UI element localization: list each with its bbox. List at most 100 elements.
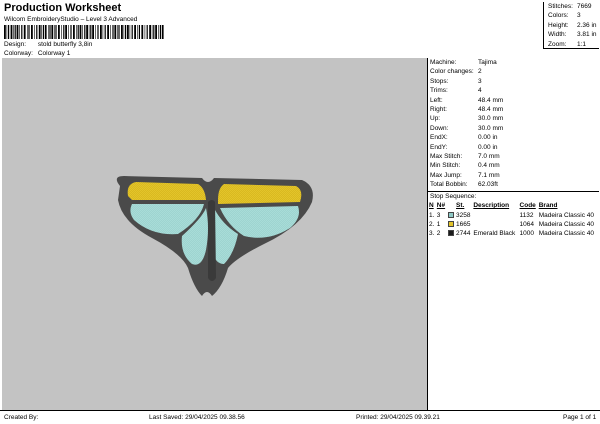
right-yellow-band xyxy=(218,184,302,204)
footer: Created By: Last Saved: 29/04/2025 09.38… xyxy=(0,410,600,424)
property-value: Tajima xyxy=(478,59,497,66)
page-title: Production Worksheet xyxy=(4,2,122,14)
colorway-value: Colorway 1 xyxy=(37,50,71,57)
color-swatch xyxy=(447,230,454,237)
properties-panel: Machine: Tajima Color changes: 2 Stops: 3 Trim… xyxy=(427,58,599,410)
stop-sequence-table: N N# St. Description Code Brand 1. 3 3258 1… xyxy=(428,201,598,238)
property-row: Right: 48.4 mm xyxy=(428,105,599,114)
col-n: N xyxy=(429,202,434,210)
property-value: 0.00 in xyxy=(478,134,498,142)
design-preview xyxy=(2,58,427,410)
butterfly-body xyxy=(208,200,216,281)
property-value: 3 xyxy=(478,77,482,85)
property-value: 2 xyxy=(478,68,482,76)
row-n: 3. xyxy=(429,230,435,238)
created-by: Created By: xyxy=(4,414,39,421)
property-label: Right: xyxy=(430,105,447,113)
property-label: Color changes: xyxy=(430,68,474,76)
property-row: Stops: 3 xyxy=(428,77,599,86)
software-subtitle: Wilcom EmbroideryStudio – Level 3 Advanc… xyxy=(4,16,138,23)
row-st: 3258 xyxy=(456,211,471,219)
col-swatch xyxy=(447,201,455,210)
property-value: 0.00 in xyxy=(478,143,498,151)
property-row: Max Stitch: 7.0 mm xyxy=(428,152,599,161)
property-label: Max Stitch: xyxy=(430,152,463,160)
row-swatch xyxy=(447,220,455,229)
property-label: EndX: xyxy=(430,134,448,142)
colorway-row: Colorway: Colorway 1 xyxy=(4,50,70,57)
property-value: 30.0 mm xyxy=(478,115,504,123)
color-swatch xyxy=(447,211,454,218)
stat-stitches: Stitches: 7669 xyxy=(548,3,592,10)
property-label: Down: xyxy=(430,124,449,132)
row-code: 1000 xyxy=(519,230,534,238)
property-label: Trims: xyxy=(430,87,448,95)
stat-width: Width: 3.81 in xyxy=(548,31,597,39)
stat-zoom: Zoom: 1:1 xyxy=(548,40,587,48)
property-row: EndX: 0.00 in xyxy=(428,133,599,142)
barcode xyxy=(4,25,164,39)
design-row: Design: stold butterfly 3,8in xyxy=(4,41,92,48)
row-description xyxy=(472,210,518,219)
property-label: EndY: xyxy=(430,143,448,151)
property-label: Max Jump: xyxy=(430,171,462,179)
row-st: 2744 xyxy=(456,230,471,238)
col-st: St. xyxy=(456,202,465,210)
row-num: 1 xyxy=(436,221,441,229)
table-row: 1. 3 3258 1132 Madeira Classic 40 xyxy=(428,210,598,219)
row-num: 2 xyxy=(436,230,441,238)
col-num: N# xyxy=(436,202,446,210)
property-label: Machine: xyxy=(430,59,457,66)
row-swatch xyxy=(447,210,455,219)
row-brand: Madeira Classic 40 xyxy=(538,230,594,238)
property-row: Up: 30.0 mm xyxy=(428,114,599,123)
property-label: Total Bobbin: xyxy=(430,181,468,189)
row-num: 3 xyxy=(436,211,441,219)
stat-colors: Colors: 3 xyxy=(548,12,581,20)
property-value: 48.4 mm xyxy=(478,105,504,113)
property-row: Color changes: 2 xyxy=(428,67,599,76)
property-value: 48.4 mm xyxy=(478,96,504,104)
col-brand: Brand xyxy=(538,202,558,210)
stat-height: Height: 2.36 in xyxy=(548,21,597,29)
property-label: Up: xyxy=(430,115,441,123)
butterfly-design xyxy=(116,176,313,296)
row-code: 1132 xyxy=(519,211,534,219)
property-value: 30.0 mm xyxy=(478,124,504,132)
row-code: 1064 xyxy=(519,221,534,229)
table-row: 3. 2 2744 Emerald Black 1000 Madeira Classic … xyxy=(428,229,598,238)
design-value: stold butterfly 3,8in xyxy=(37,41,93,48)
design-label: Design: xyxy=(4,41,27,48)
color-swatch xyxy=(447,221,454,228)
last-saved: Last Saved: 29/04/2025 09.38.56 xyxy=(149,414,245,421)
row-description xyxy=(472,220,518,229)
property-row: Left: 48.4 mm xyxy=(428,96,599,105)
property-row: Max Jump: 7.1 mm xyxy=(428,171,599,180)
row-description: Emerald Black xyxy=(473,230,516,238)
stop-sequence-title: Stop Sequence: xyxy=(428,191,599,201)
property-value: 7.1 mm xyxy=(478,171,500,179)
row-brand: Madeira Classic 40 xyxy=(538,211,594,219)
col-description: Description xyxy=(473,202,510,210)
summary-stats: Stitches: 7669 Colors: 3 Height: 2.36 in Wi… xyxy=(543,2,599,49)
row-n: 1. xyxy=(429,211,435,219)
colorway-label: Colorway: xyxy=(4,50,33,57)
property-row: Total Bobbin: 62.03ft xyxy=(428,180,599,189)
property-row: EndY: 0.00 in xyxy=(428,143,599,152)
property-row: Min Stitch: 0.4 mm xyxy=(428,161,599,170)
printed-date: Printed: 29/04/2025 09.39.21 xyxy=(356,414,440,421)
property-value: 4 xyxy=(478,87,482,95)
property-label: Stops: xyxy=(430,77,449,85)
property-value: 0.4 mm xyxy=(478,162,500,170)
property-value: 62.03ft xyxy=(478,181,498,189)
table-row: 2. 1 1665 1064 Madeira Classic 40 xyxy=(428,220,598,229)
machine-properties: Machine: Tajima Color changes: 2 Stops: 3 Trim… xyxy=(428,58,599,189)
row-n: 2. xyxy=(429,221,435,229)
property-label: Left: xyxy=(430,96,443,104)
row-st: 1665 xyxy=(456,221,471,229)
property-row: Down: 30.0 mm xyxy=(428,124,599,133)
row-swatch xyxy=(447,229,455,238)
left-yellow-band xyxy=(127,182,206,200)
property-value: 7.0 mm xyxy=(478,152,500,160)
property-row: Trims: 4 xyxy=(428,86,599,95)
